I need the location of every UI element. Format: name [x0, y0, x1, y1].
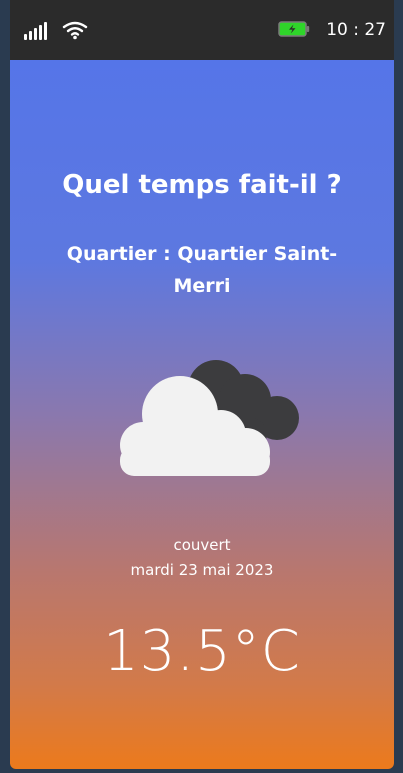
- status-bar: 10 : 27: [10, 0, 394, 60]
- phone-frame: 10 : 27 Quel temps fait-il ? Quartier : …: [10, 0, 394, 769]
- weather-date: mardi 23 mai 2023: [130, 561, 274, 579]
- wifi-icon: [62, 21, 88, 40]
- page-title: Quel temps fait-il ?: [62, 170, 342, 200]
- temperature-value: 13.5°C: [103, 619, 301, 684]
- cloudy-icon: [120, 360, 299, 476]
- cellular-signal-icon: [24, 20, 48, 40]
- weather-screen: Quel temps fait-il ? Quartier : Quartier…: [10, 60, 394, 769]
- weather-condition: couvert: [173, 536, 231, 554]
- district-label: Quartier : Quartier Saint-Merri: [66, 243, 338, 297]
- battery-charging-icon: [278, 21, 310, 37]
- status-time: 10 : 27: [326, 20, 386, 40]
